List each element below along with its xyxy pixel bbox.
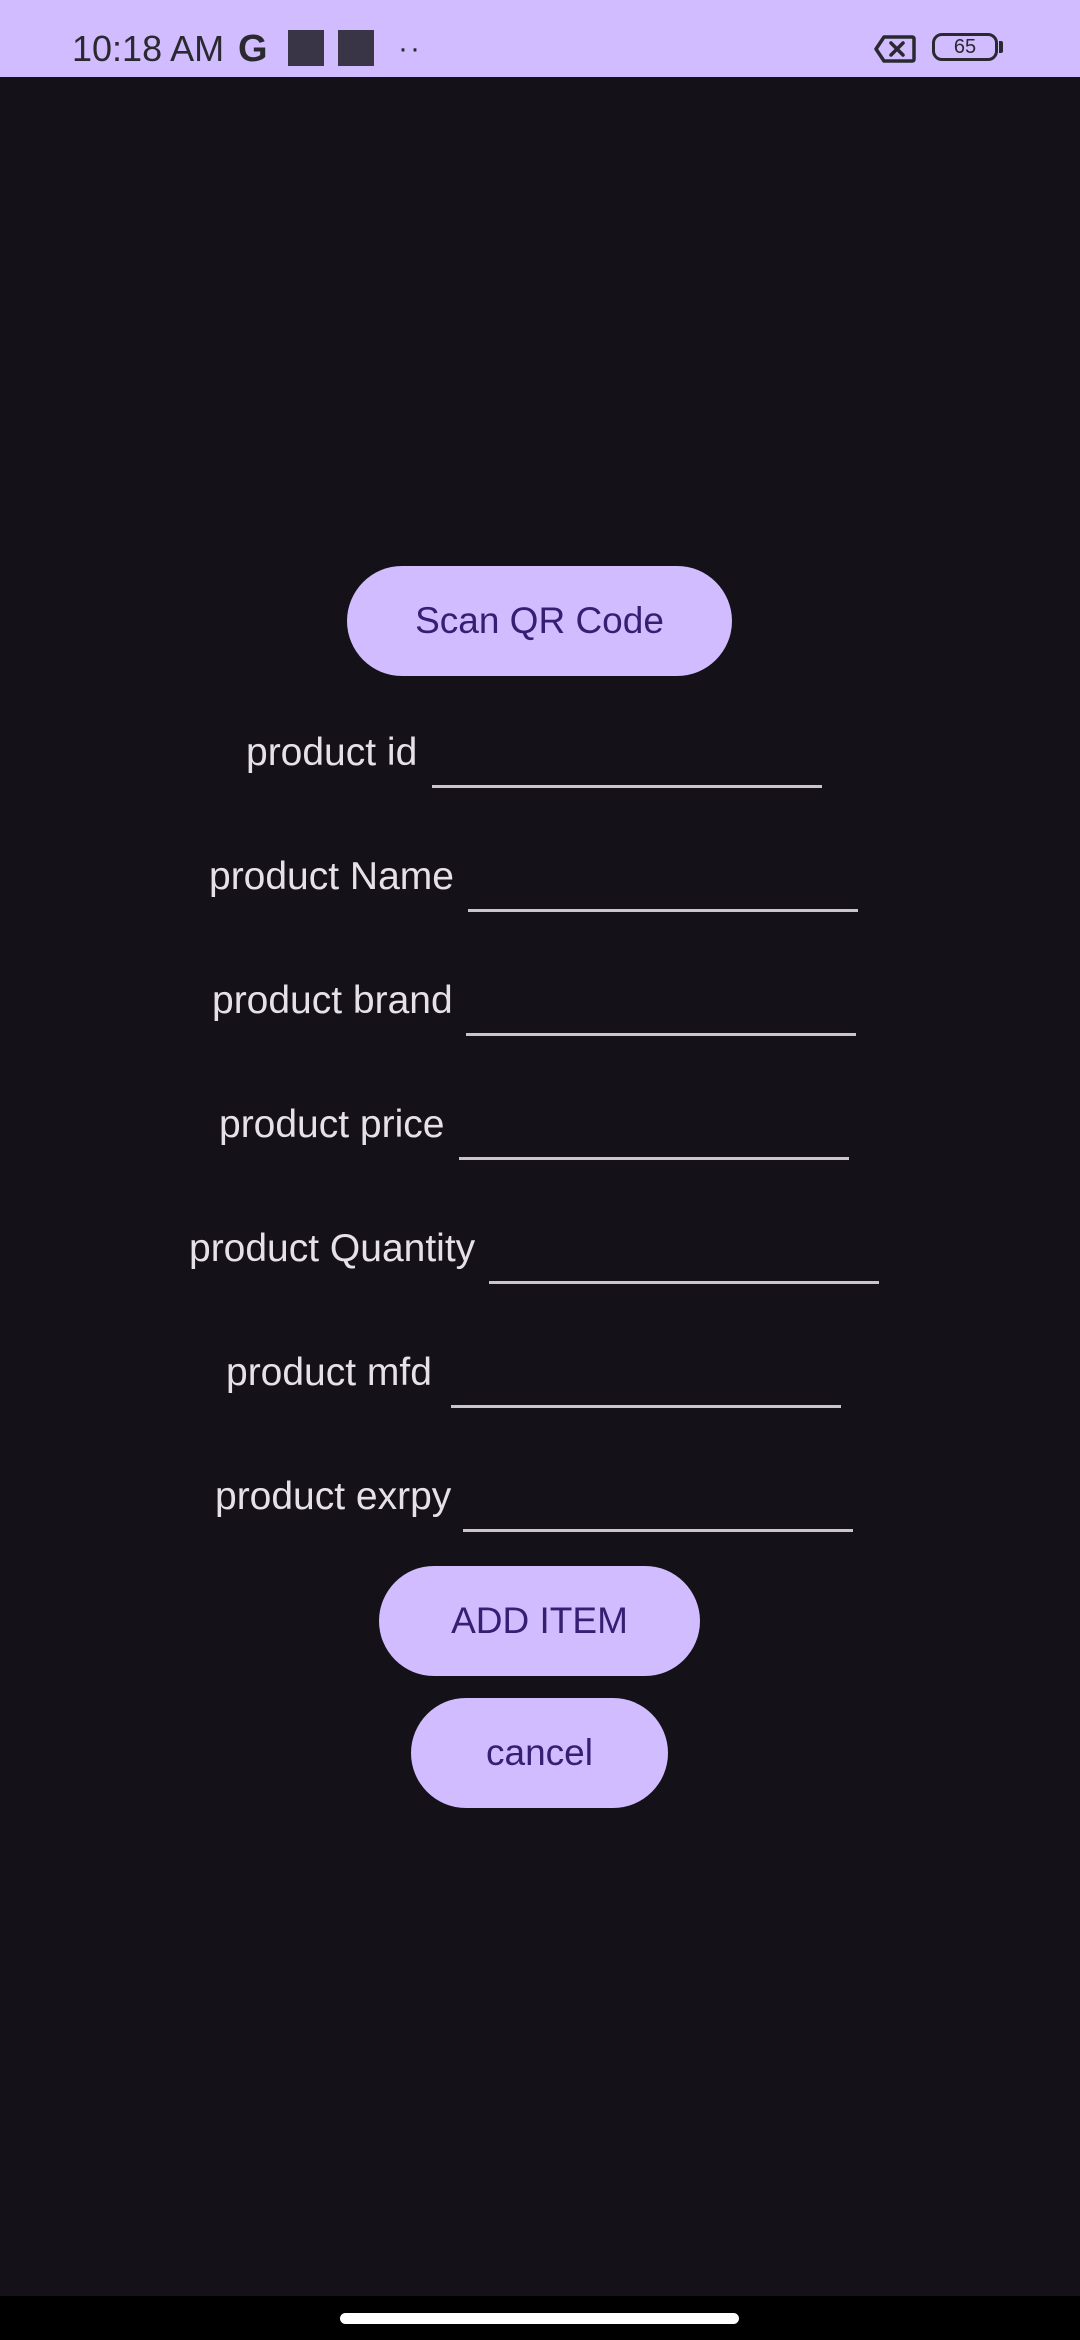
- scan-qr-code-button[interactable]: Scan QR Code: [347, 566, 732, 676]
- product-id-input[interactable]: [432, 728, 822, 788]
- product-price-input[interactable]: [459, 1100, 849, 1160]
- battery-tip: [999, 41, 1003, 53]
- add-item-button[interactable]: ADD ITEM: [379, 1566, 700, 1676]
- product-expiry-label: product exrpy: [215, 1475, 452, 1518]
- product-brand-label: product brand: [212, 979, 453, 1022]
- notification-square-icon: [288, 30, 324, 66]
- app-screen: 10:18 AM G ·· 65 Scan QR Code product id…: [0, 0, 1080, 2340]
- product-mfd-label: product mfd: [226, 1351, 432, 1394]
- no-sim-icon: [874, 35, 916, 63]
- notification-square-icon: [338, 30, 374, 66]
- battery-icon: 65: [932, 33, 998, 61]
- google-icon: G: [238, 28, 268, 70]
- status-bar: 10:18 AM G ·· 65: [0, 0, 1080, 77]
- product-name-label: product Name: [209, 855, 454, 898]
- product-name-input[interactable]: [468, 852, 858, 912]
- more-dots-icon: ··: [398, 32, 422, 65]
- product-id-label: product id: [246, 731, 418, 774]
- product-brand-input[interactable]: [466, 976, 856, 1036]
- product-quantity-label: product Quantity: [189, 1227, 476, 1270]
- product-price-label: product price: [219, 1103, 445, 1146]
- cancel-button[interactable]: cancel: [411, 1698, 668, 1808]
- product-expiry-input[interactable]: [463, 1472, 853, 1532]
- product-quantity-input[interactable]: [489, 1224, 879, 1284]
- product-mfd-input[interactable]: [451, 1348, 841, 1408]
- home-gesture-handle[interactable]: [340, 2313, 739, 2324]
- status-time: 10:18 AM: [72, 28, 225, 69]
- battery-level: 65: [953, 36, 977, 58]
